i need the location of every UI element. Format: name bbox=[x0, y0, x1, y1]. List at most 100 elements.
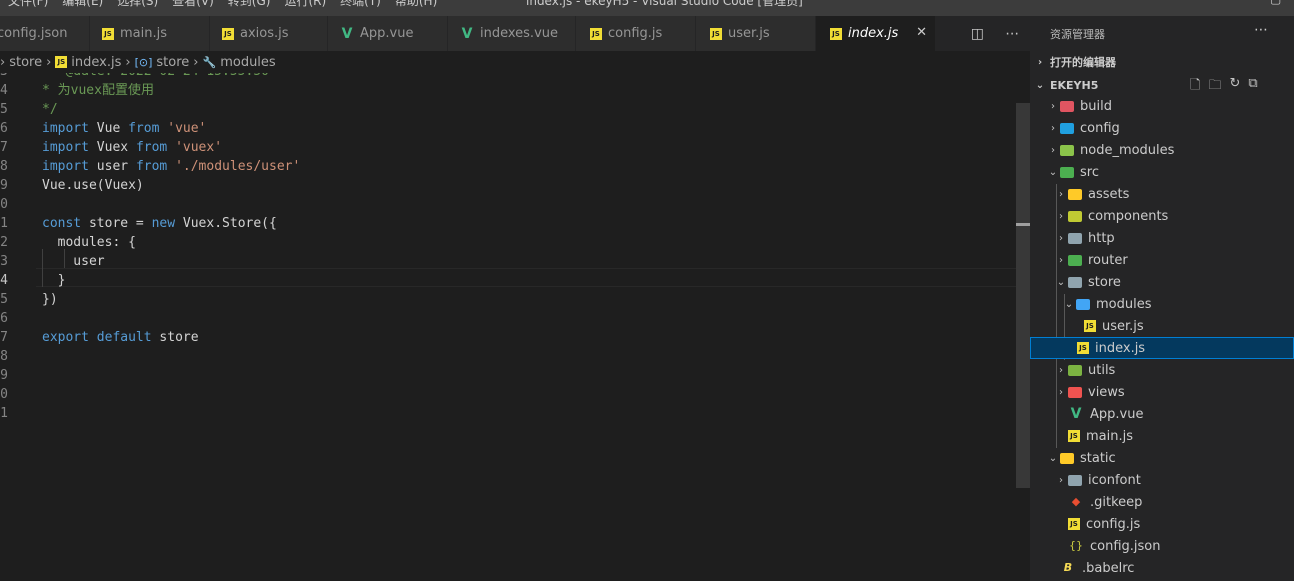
chevron-right-icon: › bbox=[0, 54, 6, 70]
tree-item[interactable]: › views bbox=[1030, 381, 1294, 403]
open-editors-section[interactable]: › 打开的编辑器 bbox=[1030, 51, 1294, 73]
tree-item[interactable]: ⌄ store bbox=[1030, 271, 1294, 293]
tab-app-vue[interactable]: V App.vue bbox=[328, 16, 448, 51]
js-icon: JS bbox=[830, 27, 842, 40]
tree-item[interactable]: ⌄ src bbox=[1030, 161, 1294, 183]
code-line: 10 bbox=[0, 197, 8, 212]
tree-item[interactable]: › components bbox=[1030, 205, 1294, 227]
menu-go[interactable]: 转到(G) bbox=[228, 0, 271, 9]
breadcrumb-symbol-store[interactable]: [⊙] store bbox=[135, 55, 190, 70]
menu-bar: 文件(F) 编辑(E) 选择(S) 查看(V) 转到(G) 运行(R) 终端(T… bbox=[0, 0, 443, 9]
chevron-right-icon: › bbox=[46, 54, 52, 70]
title-bar: 文件(F) 编辑(E) 选择(S) 查看(V) 转到(G) 运行(R) 终端(T… bbox=[0, 0, 1294, 16]
js-icon: JS bbox=[590, 27, 602, 40]
chevron-right-icon: › bbox=[125, 54, 131, 70]
folder-assets-icon bbox=[1068, 188, 1082, 200]
js-icon: JS bbox=[1084, 320, 1096, 332]
tree-item[interactable]: › config bbox=[1030, 117, 1294, 139]
menu-edit[interactable]: 编辑(E) bbox=[62, 0, 103, 9]
code-line: 5 */ bbox=[0, 102, 58, 117]
tree-item[interactable]: › iconfont bbox=[1030, 469, 1294, 491]
close-icon[interactable]: ✕ bbox=[916, 25, 927, 40]
tab-axios-js[interactable]: JS axios.js bbox=[210, 16, 328, 51]
tree-item-label: static bbox=[1080, 450, 1116, 466]
tree-item[interactable]: JS main.js bbox=[1030, 425, 1294, 447]
wrench-icon: 🔧 bbox=[202, 55, 217, 69]
code-line: 6 import Vue from 'vue' bbox=[0, 121, 207, 136]
tree-item[interactable]: ⌄ static bbox=[1030, 447, 1294, 469]
more-actions-icon[interactable]: ⋯ bbox=[1254, 22, 1268, 38]
chevron-right-icon: › bbox=[1059, 254, 1063, 266]
tab-label: index.js bbox=[848, 26, 899, 41]
tree-item-label: build bbox=[1080, 98, 1112, 114]
code-line: 21 bbox=[0, 406, 8, 421]
breadcrumb-store-folder[interactable]: store bbox=[9, 55, 42, 70]
code-editor[interactable]: 3 * @date: 2022-02-24 15:55:50 4* 为vuex配… bbox=[0, 73, 1016, 581]
editor-scrollbar-thumb[interactable] bbox=[1016, 103, 1030, 488]
folder-http-icon bbox=[1068, 232, 1082, 244]
split-editor-icon[interactable]: ◫ bbox=[971, 26, 984, 42]
tab-config-json[interactable]: config.json bbox=[0, 16, 90, 51]
js-icon: JS bbox=[222, 27, 234, 40]
window-title: index.js - ekeyH5 - Visual Studio Code [… bbox=[526, 0, 803, 8]
tree-item[interactable]: JS config.js bbox=[1030, 513, 1294, 535]
tree-item[interactable]: JS user.js bbox=[1030, 315, 1294, 337]
chevron-down-icon: ⌄ bbox=[1048, 452, 1058, 464]
menu-selection[interactable]: 选择(S) bbox=[117, 0, 158, 9]
folder-build-icon bbox=[1060, 100, 1074, 112]
tree-item-label: .gitkeep bbox=[1090, 494, 1143, 510]
tree-item-label: main.js bbox=[1086, 428, 1133, 444]
maximize-icon[interactable]: ▢ bbox=[1270, 0, 1281, 6]
tree-item[interactable]: › node_modules bbox=[1030, 139, 1294, 161]
menu-terminal[interactable]: 终端(T) bbox=[340, 0, 381, 9]
tab-config-js[interactable]: JS config.js bbox=[576, 16, 696, 51]
code-line: 4 * 为vuex配置使用 bbox=[0, 83, 154, 98]
breadcrumb-symbol-modules[interactable]: 🔧 modules bbox=[203, 55, 276, 70]
js-icon: JS bbox=[1077, 342, 1089, 354]
folder-node-icon bbox=[1060, 144, 1074, 156]
code-line: 19 bbox=[0, 368, 8, 383]
babel-icon: B bbox=[1063, 561, 1073, 574]
tree-item[interactable]: B .babelrc bbox=[1030, 557, 1294, 579]
folder-config-icon bbox=[1060, 122, 1074, 134]
tab-main-js[interactable]: JS main.js bbox=[90, 16, 210, 51]
folder-src-icon bbox=[1060, 166, 1074, 178]
chevron-right-icon: › bbox=[1059, 232, 1063, 244]
tree-item-label: assets bbox=[1088, 186, 1130, 202]
chevron-right-icon: › bbox=[1051, 144, 1055, 156]
tree-item[interactable]: › assets bbox=[1030, 183, 1294, 205]
more-actions-icon[interactable]: ⋯ bbox=[1005, 26, 1019, 42]
tree-item[interactable]: ◆ .gitkeep bbox=[1030, 491, 1294, 513]
breadcrumb-file[interactable]: JS index.js bbox=[55, 55, 121, 70]
chevron-right-icon: › bbox=[1051, 122, 1055, 134]
code-line: 7 import Vuex from 'vuex' bbox=[0, 140, 223, 155]
tree-item[interactable]: › build bbox=[1030, 95, 1294, 117]
tree-item[interactable]: › http bbox=[1030, 227, 1294, 249]
chevron-right-icon: › bbox=[1059, 188, 1063, 200]
tab-index-js[interactable]: JS index.js ✕ bbox=[816, 16, 936, 51]
js-icon: JS bbox=[710, 27, 722, 40]
code-line: 13 user bbox=[0, 254, 105, 269]
tree-item[interactable]: › router bbox=[1030, 249, 1294, 271]
code-line: 14 } bbox=[0, 273, 66, 288]
tree-item[interactable]: V App.vue bbox=[1030, 403, 1294, 425]
breadcrumb-file-label: index.js bbox=[71, 54, 122, 70]
project-section[interactable]: ⌄ EKEYH5 🗋 🗀 ↻ ⧉ bbox=[1030, 74, 1294, 96]
menu-file[interactable]: 文件(F) bbox=[8, 0, 48, 9]
tree-item[interactable]: ⌄ modules bbox=[1030, 293, 1294, 315]
tree-item[interactable]: {} config.json bbox=[1030, 535, 1294, 557]
menu-view[interactable]: 查看(V) bbox=[172, 0, 214, 9]
code-line: 3 * @date: 2022-02-24 15:55:50 bbox=[0, 73, 1016, 81]
menu-run[interactable]: 运行(R) bbox=[284, 0, 326, 9]
tree-item[interactable]: › utils bbox=[1030, 359, 1294, 381]
tab-label: indexes.vue bbox=[480, 26, 558, 41]
tab-indexes-vue[interactable]: V indexes.vue bbox=[448, 16, 576, 51]
tab-user-js[interactable]: JS user.js bbox=[696, 16, 816, 51]
tab-label: user.js bbox=[728, 26, 770, 41]
tree-item[interactable]: JS index.js bbox=[1030, 337, 1294, 359]
chevron-down-icon: ⌄ bbox=[1048, 166, 1058, 178]
editor-actions: ◫ ⋯ bbox=[960, 16, 1030, 51]
menu-help[interactable]: 帮助(H) bbox=[395, 0, 437, 9]
chevron-right-icon: › bbox=[1059, 474, 1063, 486]
chevron-right-icon: › bbox=[1059, 364, 1063, 376]
